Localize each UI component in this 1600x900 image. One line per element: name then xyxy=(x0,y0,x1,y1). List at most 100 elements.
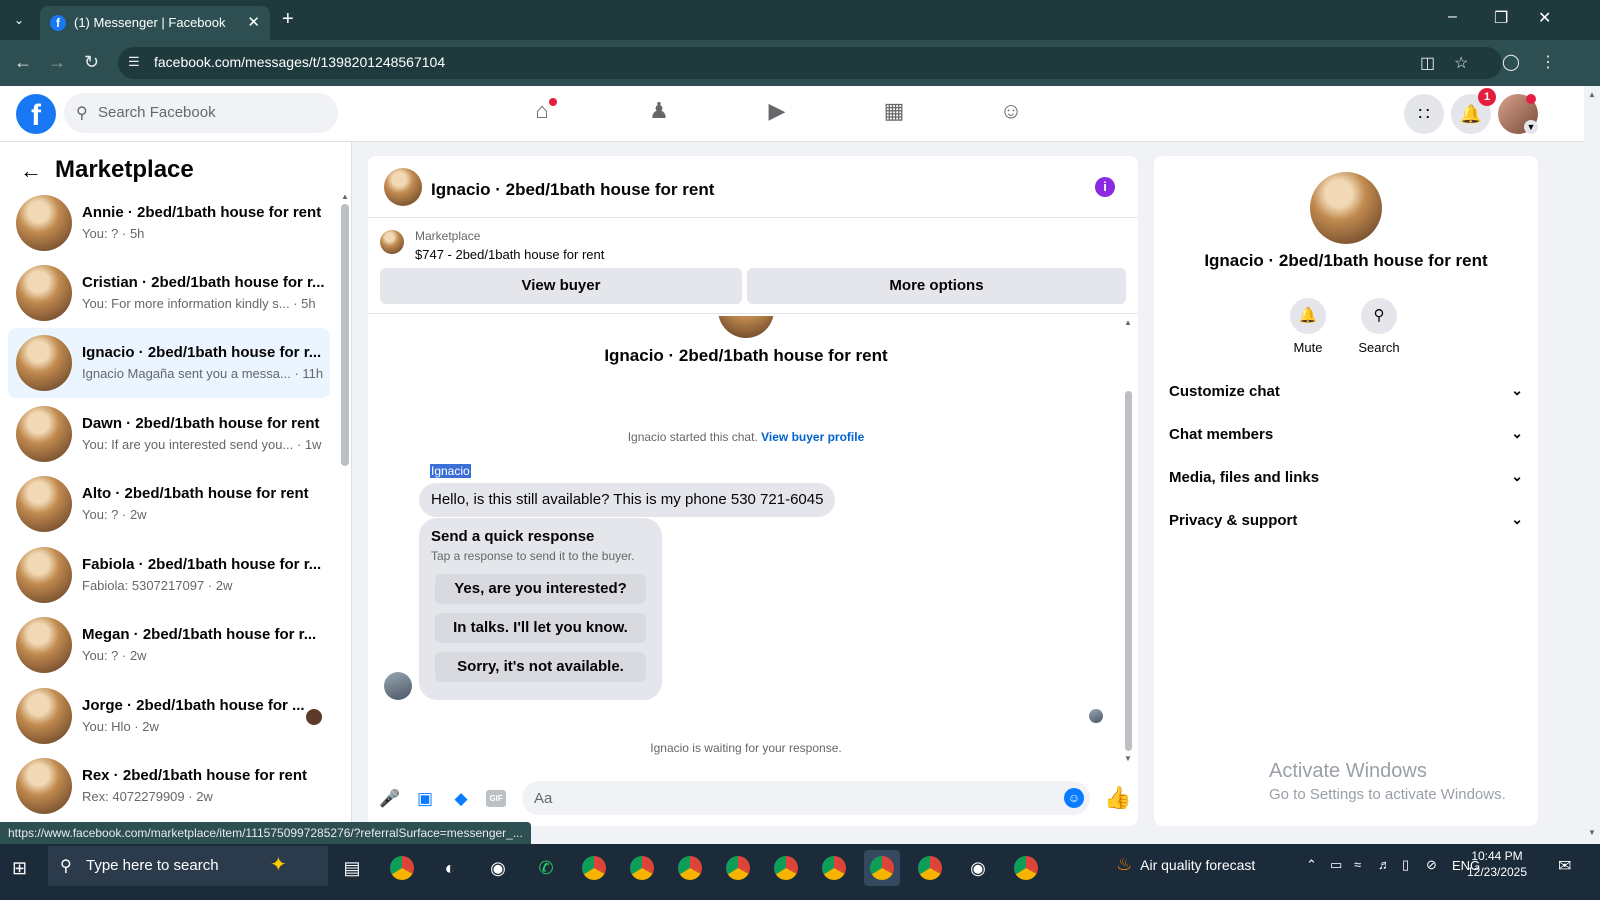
privacy-support-section[interactable]: Privacy & support ⌄ xyxy=(1169,503,1523,539)
conversation-name: Cristian · 2bed/1bath house for r... xyxy=(82,274,325,291)
message-bubble[interactable]: Hello, is this still available? This is … xyxy=(419,483,836,517)
activate-windows-watermark: Activate Windows Go to Settings to activ… xyxy=(1269,760,1506,803)
chrome-profile-icon[interactable] xyxy=(1008,850,1044,886)
buyer-avatar[interactable] xyxy=(384,672,412,700)
browser-profile-icon[interactable]: ◯ xyxy=(1502,52,1520,72)
page-scroll-up-icon[interactable]: ▲ xyxy=(1588,90,1596,99)
taskbar-search-input[interactable]: ⚲ Type here to search ✦ xyxy=(48,846,328,886)
mute-button[interactable]: 🔔 Mute xyxy=(1278,298,1338,355)
chrome-profile-icon[interactable] xyxy=(672,850,708,886)
conversation-item-dawn[interactable]: Dawn · 2bed/1bath house for rent You: If… xyxy=(8,399,330,469)
conversation-item-jorge[interactable]: Jorge · 2bed/1bath house for ... You: Hl… xyxy=(8,681,330,751)
quick-response-yes-button[interactable]: Yes, are you interested? xyxy=(435,574,646,604)
network-off-icon[interactable]: ⊘ xyxy=(1426,857,1437,873)
close-window-icon[interactable]: ✕ xyxy=(1538,8,1551,28)
chrome-profile-icon[interactable] xyxy=(624,850,660,886)
info-icon[interactable]: i xyxy=(1095,177,1115,197)
quick-response-not-available-button[interactable]: Sorry, it's not available. xyxy=(435,652,646,682)
task-view-icon[interactable]: ▤ xyxy=(334,850,370,886)
search-in-chat-button[interactable]: ⚲ Search xyxy=(1349,298,1409,355)
app-icon[interactable]: ◉ xyxy=(480,850,516,886)
thread-scroll-down-icon[interactable]: ▼ xyxy=(1124,754,1132,763)
thumbs-up-icon[interactable]: 👍 xyxy=(1104,785,1131,811)
battery-icon[interactable]: ▯ xyxy=(1402,857,1409,873)
chrome-profile-icon[interactable] xyxy=(720,850,756,886)
browser-tab[interactable]: f (1) Messenger | Facebook ✕ xyxy=(40,6,270,40)
device-icon[interactable]: ▭ xyxy=(1330,857,1342,873)
back-arrow-icon[interactable]: ← xyxy=(20,158,42,184)
weather-widget[interactable]: ♨ Air quality forecast xyxy=(1116,854,1255,875)
edge-app-icon[interactable]: ◐ xyxy=(432,850,468,886)
video-icon[interactable]: ▶ xyxy=(760,98,794,128)
chrome-profile-icon-active[interactable] xyxy=(864,850,900,886)
profile-notification-dot xyxy=(1526,94,1536,104)
photo-icon[interactable]: ▣ xyxy=(414,788,436,810)
close-tab-icon[interactable]: ✕ xyxy=(247,13,260,31)
facebook-search-input[interactable]: ⚲ Search Facebook xyxy=(64,93,338,133)
home-icon[interactable]: ⌂ xyxy=(525,98,559,128)
new-tab-button[interactable]: + xyxy=(282,8,294,31)
conversation-item-alto[interactable]: Alto · 2bed/1bath house for rent You: ? … xyxy=(8,469,330,539)
listing-title[interactable]: $747 - 2bed/1bath house for rent xyxy=(415,247,604,262)
minimize-icon[interactable]: – xyxy=(1448,8,1457,26)
conversation-item-ignacio[interactable]: Ignacio · 2bed/1bath house for r... Igna… xyxy=(8,328,330,398)
groups-icon[interactable]: ☺ xyxy=(994,98,1028,128)
wifi-icon[interactable]: ≈ xyxy=(1354,857,1361,872)
tab-search-icon[interactable]: ⌄ xyxy=(6,8,32,32)
message-input[interactable]: Aa ☺ xyxy=(522,781,1090,815)
install-app-icon[interactable]: ◫ xyxy=(1420,53,1435,73)
facebook-logo-icon[interactable]: f xyxy=(16,94,56,134)
chat-title[interactable]: Ignacio · 2bed/1bath house for rent xyxy=(431,180,714,200)
reload-icon[interactable]: ↻ xyxy=(84,52,99,73)
show-hidden-icons-icon[interactable]: ⌃ xyxy=(1306,857,1317,873)
conversation-item-fabiola[interactable]: Fabiola · 2bed/1bath house for r... Fabi… xyxy=(8,540,330,610)
listing-thumbnail[interactable] xyxy=(380,230,404,254)
bookmark-star-icon[interactable]: ☆ xyxy=(1454,53,1468,73)
conversation-item-cristian[interactable]: Cristian · 2bed/1bath house for r... You… xyxy=(8,258,330,328)
whatsapp-app-icon[interactable]: ✆ xyxy=(528,850,564,886)
details-avatar[interactable] xyxy=(1310,172,1382,244)
chrome-profile-icon[interactable] xyxy=(576,850,612,886)
view-buyer-profile-link[interactable]: View buyer profile xyxy=(761,430,864,444)
forward-icon[interactable]: → xyxy=(48,52,66,73)
media-files-links-section[interactable]: Media, files and links ⌄ xyxy=(1169,460,1523,496)
chevron-down-icon[interactable]: ▼ xyxy=(1524,120,1538,134)
thread-scrollbar[interactable] xyxy=(1125,391,1132,751)
url-field[interactable]: ☰ facebook.com/messages/t/13982012485671… xyxy=(118,47,1502,79)
thread-scroll-up-icon[interactable]: ▲ xyxy=(1124,318,1132,327)
chrome-profile-icon[interactable] xyxy=(768,850,804,886)
more-options-button[interactable]: More options xyxy=(747,268,1126,304)
menu-grid-icon[interactable]: ∷ xyxy=(1404,94,1444,134)
view-buyer-button[interactable]: View buyer xyxy=(380,268,742,304)
chrome-profile-icon[interactable] xyxy=(912,850,948,886)
back-icon[interactable]: ← xyxy=(14,52,32,73)
list-scrollbar[interactable] xyxy=(341,204,349,466)
volume-icon[interactable]: ♬ xyxy=(1378,857,1391,872)
chat-members-section[interactable]: Chat members ⌄ xyxy=(1169,417,1523,453)
emoji-icon[interactable]: ☺ xyxy=(1064,788,1084,808)
chrome-profile-icon[interactable] xyxy=(816,850,852,886)
site-info-icon[interactable]: ☰ xyxy=(128,54,140,70)
friends-icon[interactable]: ♟ xyxy=(642,98,676,128)
quick-response-in-talks-button[interactable]: In talks. I'll let you know. xyxy=(435,613,646,643)
clock[interactable]: 10:44 PM 12/23/2025 xyxy=(1466,848,1528,880)
microphone-icon[interactable]: 🎤 xyxy=(379,788,401,810)
chrome-app-icon[interactable] xyxy=(384,850,420,886)
gif-icon[interactable]: GIF xyxy=(486,790,506,807)
customize-chat-section[interactable]: Customize chat ⌄ xyxy=(1169,374,1523,410)
vpn-app-icon[interactable]: ◉ xyxy=(960,850,996,886)
list-scroll-up-icon[interactable]: ▲ xyxy=(341,192,349,201)
conversation-item-annie[interactable]: Annie · 2bed/1bath house for rent You: ?… xyxy=(8,188,330,258)
chat-avatar[interactable] xyxy=(384,168,422,206)
page-scroll-down-icon[interactable]: ▼ xyxy=(1588,828,1596,837)
windows-start-icon[interactable]: ⊞ xyxy=(12,858,34,880)
marketplace-icon[interactable]: ▦ xyxy=(877,98,911,128)
restore-icon[interactable]: ❐ xyxy=(1494,8,1508,28)
conversation-item-rex[interactable]: Rex · 2bed/1bath house for rent Rex: 407… xyxy=(8,751,330,821)
conversation-name: Jorge · 2bed/1bath house for ... xyxy=(82,697,305,714)
conversation-name: Annie · 2bed/1bath house for rent xyxy=(82,204,322,221)
conversation-item-megan[interactable]: Megan · 2bed/1bath house for r... You: ?… xyxy=(8,610,330,680)
sticker-icon[interactable]: ◆ xyxy=(450,788,472,810)
notification-center-icon[interactable]: ✉ xyxy=(1558,856,1571,876)
browser-menu-icon[interactable]: ⋮ xyxy=(1540,52,1556,72)
